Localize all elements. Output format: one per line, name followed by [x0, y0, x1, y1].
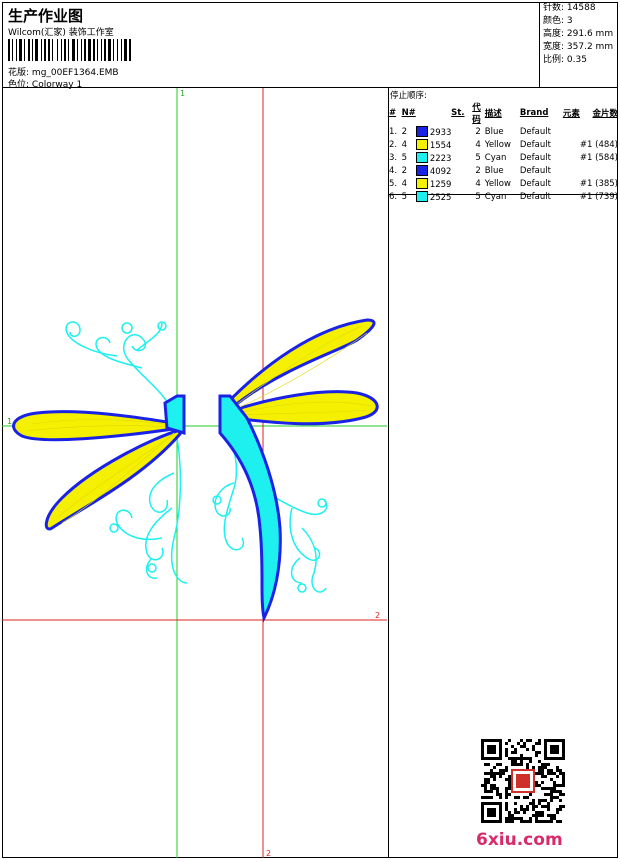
cell-seq: [580, 164, 618, 177]
cell-brand: Default: [519, 152, 551, 163]
cell-n: 2: [401, 165, 407, 176]
table-row: 3. 5 2223 5 Cyan Default #1 (584): [389, 151, 618, 164]
color-swatch: [415, 151, 428, 163]
cell-elem: [559, 177, 580, 190]
axis-label-green-top: 1: [180, 89, 185, 98]
right-wings: [218, 318, 379, 623]
table-row: 4. 2 4092 2 Blue Default: [389, 164, 618, 177]
stop-sequence-caption: 停止顺序:: [390, 91, 427, 101]
barcode: [8, 39, 131, 61]
color-swatch: [415, 190, 428, 202]
cell-desc: Blue: [484, 126, 504, 137]
color-swatch: [415, 177, 428, 189]
stat-height: 高度: 291.6 mm: [543, 29, 614, 39]
right-middle-wing: [232, 390, 379, 426]
page-title: 生产作业图: [8, 7, 84, 25]
left-thorax: [163, 394, 186, 436]
cell-code: 2: [475, 126, 481, 137]
watermark-text: 6xiu.com: [476, 830, 563, 850]
table-row: 6. 5 2525 5 Cyan Default #1 (739): [389, 190, 618, 203]
cell-brand: Default: [519, 126, 551, 137]
header-panel: 生产作业图 Wilcom(汇家) 装饰工作室 花版: mg_00EF1364.E…: [2, 2, 540, 90]
design-canvas: 1 1 2 2: [2, 88, 389, 858]
cell-code: 2: [475, 165, 481, 176]
dragonfly-body: [218, 394, 282, 623]
cell-st: 1554: [415, 138, 465, 151]
cell-num: 5.: [389, 178, 398, 189]
stat-stitches: 针数: 14588: [543, 3, 596, 13]
col-code: 代码: [472, 103, 481, 125]
axis-label-green-left: 1: [7, 417, 12, 426]
cell-brand: Default: [519, 165, 551, 176]
col-needle: N#: [401, 108, 416, 118]
left-wings: [12, 394, 186, 531]
col-desc: 描述: [484, 109, 502, 119]
cell-desc: Blue: [484, 165, 504, 176]
cell-num: 3.: [389, 152, 398, 163]
cell-brand: Default: [519, 139, 551, 150]
cell-seq: #1 (584): [579, 152, 618, 163]
cell-elem: [559, 190, 580, 203]
axis-label-red-right: 2: [375, 611, 380, 620]
dragonfly-design: 1 1 2 2: [2, 88, 387, 858]
cell-n: 4: [401, 178, 407, 189]
cell-n: 2: [401, 126, 407, 137]
cell-seq: #1 (484): [579, 139, 618, 150]
cell-code: 4: [475, 139, 481, 150]
cell-st: 4092: [415, 164, 465, 177]
table-row: 2. 4 1554 4 Yellow Default #1 (484): [389, 138, 618, 151]
qr-code: [481, 739, 565, 823]
cell-num: 4.: [389, 165, 398, 176]
axis-label-red-bottom: 2: [266, 849, 271, 858]
cell-brand: Default: [519, 178, 551, 189]
col-brand: Brand: [519, 108, 549, 118]
cell-seq: #1 (385): [579, 178, 618, 189]
cell-desc: Yellow: [484, 139, 511, 150]
col-num: #: [389, 108, 397, 118]
cell-n: 5: [401, 152, 407, 163]
cell-seq: [580, 125, 618, 138]
left-upper-wing: [12, 410, 182, 442]
left-lower-wing: [44, 428, 182, 531]
col-element: 元素: [562, 109, 580, 119]
cell-n: 4: [401, 139, 407, 150]
color-swatch: [415, 125, 428, 137]
table-row: 5. 4 1259 4 Yellow Default #1 (385): [389, 177, 618, 190]
color-swatch: [415, 138, 428, 150]
cell-num: 1.: [389, 126, 398, 137]
cell-elem: [559, 151, 580, 164]
cell-code: 5: [475, 191, 481, 202]
cell-st: 1259: [415, 177, 465, 190]
cell-elem: [559, 164, 580, 177]
cell-desc: Yellow: [484, 178, 511, 189]
cell-code: 5: [475, 152, 481, 163]
color-swatch: [415, 164, 428, 176]
table-header-row: # N# St. 代码 描述 Brand 元素 金片数: [389, 101, 618, 125]
stop-sequence-table: # N# St. 代码 描述 Brand 元素 金片数 1. 2 2933 2 Blue…: [389, 101, 618, 203]
stat-width: 宽度: 357.2 mm: [543, 42, 614, 52]
cell-elem: [559, 138, 580, 151]
stat-colors: 颜色: 3: [543, 16, 573, 26]
stop-sequence-panel: 停止顺序: # N# St. 代码 描述 Brand 元素 金片数 1. 2 293…: [389, 88, 618, 203]
company-name: Wilcom(汇家) 装饰工作室: [8, 28, 114, 38]
table-row: 1. 2 2933 2 Blue Default: [389, 125, 618, 138]
cell-brand: Default: [519, 191, 551, 202]
cell-seq: #1 (739): [579, 191, 618, 202]
stats-panel: 针数: 14588 颜色: 3 高度: 291.6 mm 宽度: 357.2 m…: [540, 2, 618, 88]
cell-desc: Cyan: [484, 152, 507, 163]
cell-st: 2525: [415, 190, 465, 203]
col-stitches: St.: [451, 108, 465, 118]
cell-st: 2933: [415, 125, 465, 138]
cell-num: 2.: [389, 139, 398, 150]
cell-code: 4: [475, 178, 481, 189]
cell-n: 5: [401, 191, 407, 202]
cell-st: 2223: [415, 151, 465, 164]
col-sequin: 金片数: [592, 109, 618, 119]
cell-num: 6.: [389, 191, 398, 202]
cell-elem: [559, 125, 580, 138]
stat-scale: 比例: 0.35: [543, 55, 587, 65]
cell-desc: Cyan: [484, 191, 507, 202]
